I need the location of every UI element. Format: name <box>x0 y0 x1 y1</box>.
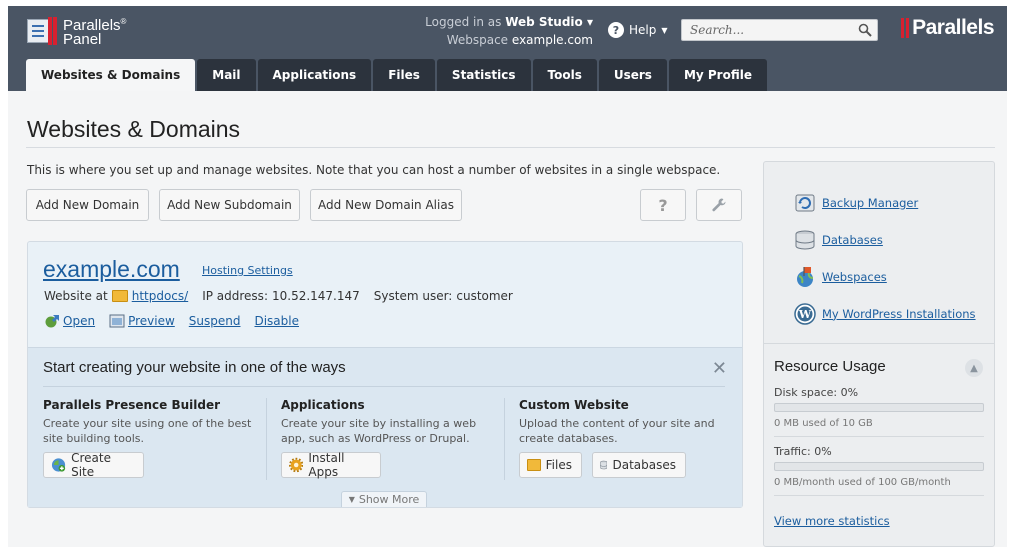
help-icon: ? <box>608 22 624 38</box>
collapse-icon[interactable]: ▲ <box>965 359 983 377</box>
panel-logo[interactable]: Parallels® Panel <box>27 15 126 47</box>
domain-name-link[interactable]: example.com <box>43 256 180 283</box>
view-more-statistics-link[interactable]: View more statistics <box>774 514 890 528</box>
open-icon <box>45 315 59 328</box>
main-content: Websites & Domains This is where you set… <box>8 91 1007 547</box>
chevron-down-icon: ▼ <box>348 495 355 504</box>
traffic-detail: 0 MB/month used of 100 GB/month <box>774 477 951 488</box>
title-divider <box>26 147 995 148</box>
files-button[interactable]: Files <box>519 452 582 478</box>
wordpress-icon: W <box>794 302 816 325</box>
database-icon <box>600 460 608 470</box>
tab-applications[interactable]: Applications <box>257 59 372 91</box>
domain-card: example.com Hosting Settings Website at … <box>27 241 743 508</box>
settings-button[interactable] <box>696 189 742 221</box>
docroot-link[interactable]: httpdocs/ <box>132 289 188 303</box>
hosting-settings-link[interactable]: Hosting Settings <box>202 264 293 277</box>
main-tabs: Websites & Domains Mail Applications Fil… <box>26 59 767 91</box>
add-new-subdomain-button[interactable]: Add New Subdomain <box>159 189 300 221</box>
install-apps-button[interactable]: Install Apps <box>281 451 381 479</box>
add-new-domain-alias-button[interactable]: Add New Domain Alias <box>310 189 462 221</box>
start-creating-panel: Start creating your website in one of th… <box>28 347 742 507</box>
gear-icon <box>289 457 304 473</box>
traffic-label: Traffic: 0% <box>774 445 832 458</box>
webspaces-icon <box>797 266 814 287</box>
start-panel-title: Start creating your website in one of th… <box>43 359 346 376</box>
resource-usage-panel: Resource Usage ▲ Disk space: 0% 0 MB use… <box>764 343 994 547</box>
sidebar-item-wordpress[interactable]: W My WordPress Installations <box>794 295 976 332</box>
close-icon[interactable]: ✕ <box>712 358 727 379</box>
help-menu[interactable]: ? Help ▼ <box>608 22 668 38</box>
user-menu[interactable]: Web Studio ▾ <box>505 15 593 29</box>
databases-button[interactable]: Databases <box>592 452 686 478</box>
tab-statistics[interactable]: Statistics <box>436 59 531 91</box>
sidebar-item-backup-manager[interactable]: Backup Manager <box>794 184 976 221</box>
site-info: Website at httpdocs/ IP address: 10.52.1… <box>44 289 513 303</box>
search-icon[interactable] <box>858 23 872 37</box>
disable-link[interactable]: Disable <box>254 314 299 328</box>
ip-address: 10.52.147.147 <box>271 289 360 303</box>
custom-website-column: Custom Website Upload the content of you… <box>519 398 715 445</box>
system-user: customer <box>456 289 513 303</box>
suspend-link[interactable]: Suspend <box>189 314 241 328</box>
resource-divider <box>774 436 984 437</box>
login-info: Logged in as Web Studio ▾ Webspace examp… <box>425 15 593 47</box>
disk-space-bar <box>774 403 984 412</box>
resource-divider <box>774 495 984 496</box>
presence-builder-column: Parallels Presence Builder Create your s… <box>43 398 252 445</box>
top-header: Parallels® Panel Logged in as Web Studio… <box>8 6 1007 91</box>
folder-icon <box>111 290 128 302</box>
svg-text:W: W <box>798 308 812 321</box>
wrench-icon <box>712 198 726 212</box>
tab-mail[interactable]: Mail <box>197 59 256 91</box>
webspace-value: example.com <box>511 33 593 47</box>
preview-link[interactable]: Preview <box>128 314 175 328</box>
disk-space-detail: 0 MB used of 10 GB <box>774 418 873 429</box>
database-icon <box>795 230 815 250</box>
page-intro: This is where you set up and manage webs… <box>27 163 721 177</box>
tab-files[interactable]: Files <box>373 59 435 91</box>
disk-space-label: Disk space: 0% <box>774 386 859 399</box>
sidebar-item-webspaces[interactable]: Webspaces <box>794 258 976 295</box>
traffic-bar <box>774 462 984 471</box>
open-link[interactable]: Open <box>63 314 95 328</box>
right-sidebar: Backup Manager Databases Webspaces W My … <box>763 161 995 547</box>
parallels-brand-logo: Parallels <box>901 16 994 40</box>
chevron-down-icon: ▼ <box>661 25 668 35</box>
tab-tools[interactable]: Tools <box>532 59 597 91</box>
help-button[interactable]: ? <box>640 189 686 221</box>
tab-my-profile[interactable]: My Profile <box>668 59 767 91</box>
panel-logo-text: Parallels® Panel <box>63 17 127 48</box>
backup-icon <box>795 194 815 211</box>
panel-logo-icon <box>27 16 57 46</box>
create-site-button[interactable]: Create Site <box>43 451 144 479</box>
tab-websites-domains[interactable]: Websites & Domains <box>26 59 196 91</box>
add-new-domain-button[interactable]: Add New Domain <box>26 189 149 221</box>
start-panel-divider <box>43 386 725 387</box>
site-actions: Open Preview Suspend Disable <box>44 314 313 328</box>
sidebar-item-databases[interactable]: Databases <box>794 221 976 258</box>
search-input[interactable] <box>682 20 852 40</box>
show-more-button[interactable]: ▼ Show More <box>341 491 427 507</box>
preview-icon <box>109 314 125 328</box>
quick-links: Backup Manager Databases Webspaces W My … <box>794 184 976 332</box>
resource-usage-title: Resource Usage <box>774 358 886 375</box>
folder-icon <box>527 459 541 471</box>
page-title: Websites & Domains <box>27 116 241 142</box>
create-site-icon <box>51 458 66 472</box>
column-divider <box>266 398 267 480</box>
column-divider <box>504 398 505 480</box>
applications-column: Applications Create your site by install… <box>281 398 477 445</box>
search-box <box>681 19 878 41</box>
tab-users[interactable]: Users <box>598 59 667 91</box>
